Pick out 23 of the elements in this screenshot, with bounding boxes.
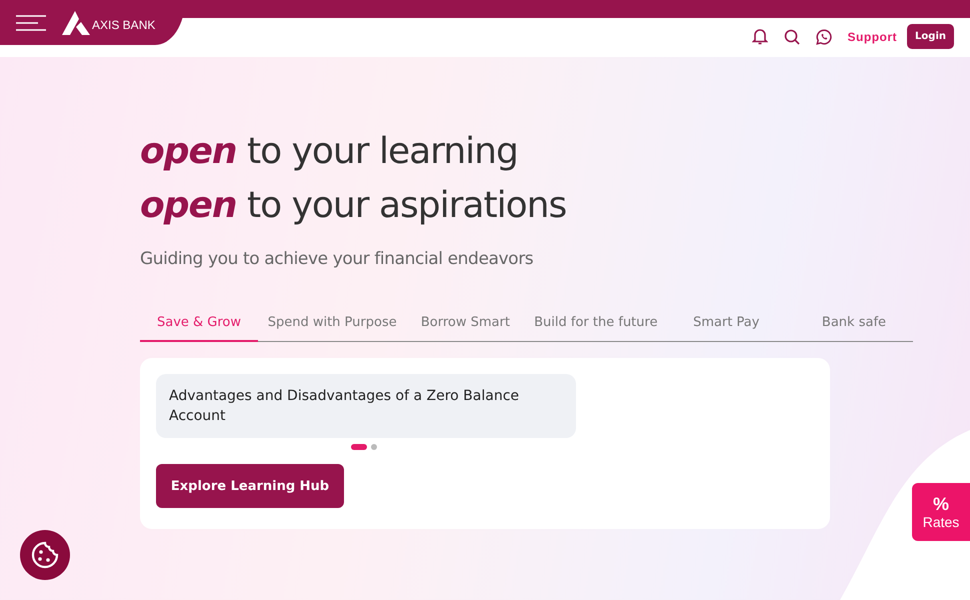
subtitle: Guiding you to achieve your financial endeavors [140,249,534,269]
login-button[interactable]: Login [907,24,954,49]
carousel-dot[interactable] [371,444,377,450]
brand-name: AXIS BANK [92,18,156,32]
explore-button[interactable]: Explore Learning Hub [156,464,344,508]
headline-line: open to your aspirations [140,184,566,228]
rates-button[interactable]: % Rates [912,483,970,541]
support-link[interactable]: Support [848,30,898,44]
category-tab[interactable]: Smart Pay [667,309,786,342]
category-tab[interactable]: Bank safe [794,309,913,342]
category-tab[interactable]: Build for the future [534,309,658,342]
category-tab[interactable]: Save & Grow [140,309,258,342]
headline-line: open to your learning [140,130,518,174]
category-tab[interactable]: Spend with Purpose [268,309,397,342]
search-icon[interactable] [784,28,800,44]
notification-bell-icon[interactable] [752,28,768,45]
cookie-icon [30,540,60,570]
cookie-button[interactable] [20,530,70,580]
menu-icon[interactable] [16,14,46,30]
logo-icon [62,10,90,34]
category-tab[interactable]: Borrow Smart [406,309,524,342]
article-card[interactable]: Advantages and Disadvantages of a Zero Balance Account [156,374,576,438]
chat-bubble-icon[interactable] [816,28,832,44]
